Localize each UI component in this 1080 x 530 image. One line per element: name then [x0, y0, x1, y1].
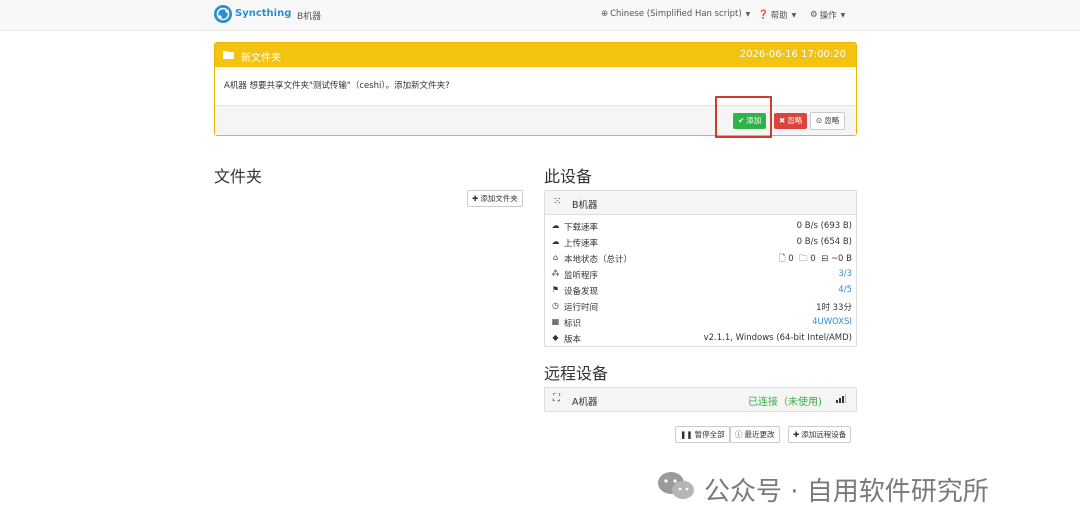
stat-label: 标识 — [564, 319, 582, 329]
pause-all-label: 暂停全部 — [694, 430, 725, 439]
wechat-watermark: 公众号 · 自用软件研究所 — [656, 469, 989, 510]
cloud-upload-icon: ☁ — [551, 237, 560, 246]
caret-down-icon: ▼ — [840, 11, 846, 19]
wechat-icon — [656, 469, 696, 510]
highlight-box — [715, 96, 772, 138]
folder-icon — [223, 50, 234, 62]
pause-icon: ❚❚ — [680, 430, 693, 439]
stat-label: 上传速率 — [564, 239, 599, 249]
stat-row: ⚑ 设备发现 4/5 — [545, 282, 856, 298]
file-count: 0 — [788, 254, 794, 264]
plus-icon: ✚ — [472, 194, 479, 203]
info-icon: ⓘ — [735, 430, 743, 439]
folders-title: 文件夹 — [214, 167, 263, 186]
stat-value: v2.1.1, Windows (64-bit Intel/AMD) — [703, 333, 852, 343]
add-remote-device-button[interactable]: ✚ 添加远程设备 — [788, 426, 852, 443]
listeners-link[interactable]: 3/3 — [838, 269, 852, 279]
stat-label: 运行时间 — [564, 303, 599, 313]
ignore-button-label: 忽略 — [824, 116, 840, 125]
ignore-button[interactable]: ⊙ 忽略 — [810, 112, 846, 130]
size-value: ~0 B — [830, 254, 852, 264]
signal-strength-icon — [836, 393, 846, 406]
file-icon: 🗋 — [778, 254, 786, 264]
stat-row: ◷ 运行时间 1时 33分 — [545, 298, 856, 314]
stat-value: 1时 33分 — [816, 303, 852, 313]
stat-value: 0 B/s (693 B) — [796, 221, 852, 231]
clock-icon: ◷ — [552, 301, 559, 310]
discovery-value[interactable]: 4/5 — [838, 285, 852, 295]
signpost-icon: ⚑ — [551, 285, 560, 294]
identicon-icon: ⛶ — [553, 393, 560, 404]
stat-row: ◆ 版本 v2.1.1, Windows (64-bit Intel/AMD) — [545, 330, 856, 346]
actions-menu[interactable]: ⚙ 操作 ▼ — [810, 9, 845, 21]
discovery-link[interactable]: 4/5 — [838, 285, 852, 295]
identicon-icon: ⁙ — [553, 196, 562, 207]
stat-row: ☁ 上传速率 0 B/s (654 B) — [545, 234, 856, 250]
decline-button[interactable]: ✖ 忽略 — [774, 113, 808, 129]
add-remote-label: 添加远程设备 — [801, 430, 847, 439]
stat-row: ⌂ 本地状态（总计） 🗋 0 🗀 0 ⊟ ~0 B — [545, 250, 856, 266]
stat-value: 0 B/s (654 B) — [796, 237, 852, 247]
add-folder-label: 添加文件夹 — [480, 194, 518, 203]
notification-message: A机器 想要共享文件夹"测试传输"（ceshi）。添加新文件夹? — [224, 81, 450, 91]
pause-all-button[interactable]: ❚❚ 暂停全部 — [675, 426, 730, 443]
tag-icon: ◆ — [552, 333, 559, 342]
remote-device-status: 已连接（未使用) — [748, 397, 822, 408]
stat-label: 监听程序 — [564, 271, 599, 281]
language-label: Chinese (Simplified Han script) — [610, 9, 742, 19]
remote-devices-title: 远程设备 — [544, 364, 609, 383]
notification-title: 新文件夹 — [241, 53, 281, 64]
navbar-device-name: B机器 — [297, 12, 322, 22]
decline-button-label: 忽略 — [787, 116, 803, 125]
plus-icon: ✚ — [793, 430, 800, 439]
stat-row: ⁂ 监听程序 3/3 — [545, 266, 856, 282]
actions-label: 操作 — [819, 11, 837, 21]
home-icon: ⌂ — [552, 253, 559, 262]
folder-outline-icon: 🗀 — [796, 254, 808, 264]
local-state-value: 🗋 0 🗀 0 ⊟ ~0 B — [779, 253, 852, 267]
times-icon: ✖ — [779, 116, 786, 125]
gears-icon: ⚙ — [810, 10, 818, 20]
stat-label: 版本 — [564, 335, 582, 345]
device-id-link[interactable]: 4UWOXSI — [812, 317, 852, 327]
navbar — [0, 0, 1080, 31]
device-id-value[interactable]: 4UWOXSI — [812, 317, 852, 327]
recent-changes-label: 最近更改 — [744, 430, 775, 439]
remote-device-name: A机器 — [572, 397, 598, 408]
qrcode-icon: ▦ — [551, 317, 560, 326]
globe-icon: ⊕ — [601, 9, 609, 19]
dir-count: 0 — [810, 254, 816, 264]
caret-down-icon: ▼ — [791, 11, 797, 19]
stat-row: ☁ 下载速率 0 B/s (693 B) — [545, 218, 856, 234]
recent-changes-button[interactable]: ⓘ 最近更改 — [730, 426, 780, 443]
this-device-title: 此设备 — [544, 167, 593, 186]
help-menu[interactable]: ❓ 帮助 ▼ — [758, 9, 796, 21]
remote-device-row[interactable]: ⛶ A机器 已连接（未使用) — [544, 387, 857, 412]
syncthing-logo-icon[interactable] — [214, 5, 232, 23]
brand-name[interactable]: Syncthing — [235, 8, 291, 19]
stat-label: 本地状态（总计） — [564, 255, 633, 265]
this-device-header[interactable]: ⁙ B机器 — [545, 191, 856, 215]
help-label: 帮助 — [770, 11, 788, 21]
stat-label: 设备发现 — [564, 287, 599, 297]
add-folder-button[interactable]: ✚ 添加文件夹 — [467, 190, 523, 207]
stat-label: 下载速率 — [564, 223, 599, 233]
listeners-value[interactable]: 3/3 — [838, 269, 852, 279]
this-device-name: B机器 — [572, 200, 598, 211]
clock-icon: ⊙ — [816, 116, 823, 125]
caret-down-icon: ▼ — [745, 10, 751, 18]
language-menu[interactable]: ⊕ Chinese (Simplified Han script) ▼ — [601, 9, 750, 19]
sitemap-icon: ⁂ — [551, 269, 560, 278]
hdd-icon: ⊟ — [818, 254, 829, 264]
this-device-panel: ⁙ B机器 ☁ 下载速率 0 B/s (693 B) ☁ 上传速率 0 B/s … — [544, 190, 857, 347]
question-icon: ❓ — [758, 10, 769, 20]
notification-date: 2026-06-16 17:00:20 — [739, 49, 846, 60]
stat-row: ▦ 标识 4UWOXSI — [545, 314, 856, 330]
cloud-download-icon: ☁ — [551, 221, 560, 230]
watermark-text: 公众号 · 自用软件研究所 — [704, 477, 989, 507]
